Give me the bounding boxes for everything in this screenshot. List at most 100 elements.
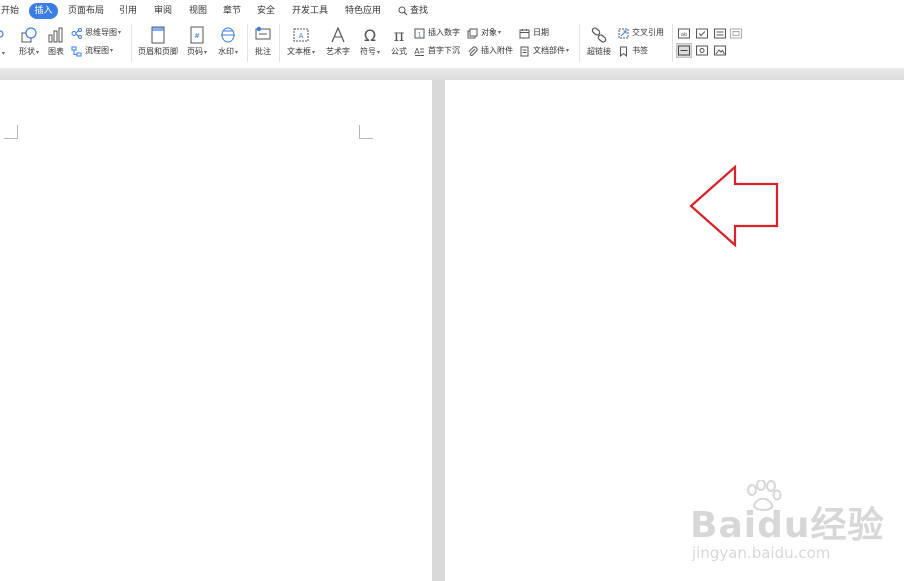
insert-number-label: 插入数字 xyxy=(428,28,460,37)
form-list-icon xyxy=(714,28,726,39)
form-list-button[interactable] xyxy=(714,28,726,39)
ribbon-separator xyxy=(247,24,248,62)
form-design-button[interactable] xyxy=(676,43,692,58)
mindmap-icon xyxy=(71,27,82,39)
tab-security[interactable]: 安全 xyxy=(255,3,277,19)
watermark-button[interactable]: 水印▾ xyxy=(214,22,242,68)
picture-icon xyxy=(0,30,4,38)
document-page-left[interactable] xyxy=(0,80,432,581)
object-label: 对象 xyxy=(481,28,497,37)
symbol-button[interactable]: Ω 符号▾ xyxy=(356,22,384,68)
margin-corner-mark xyxy=(359,125,373,139)
chart-button[interactable]: 图表 xyxy=(45,22,67,68)
cross-reference-icon xyxy=(618,28,629,38)
textbox-label: 文本框 xyxy=(286,47,311,56)
form-textfield-button[interactable]: ab xyxy=(678,28,690,39)
svg-text:ab: ab xyxy=(681,32,687,38)
search-label: 查找 xyxy=(409,6,428,16)
search-icon xyxy=(398,6,408,15)
hyperlink-label: 超链接 xyxy=(587,47,611,56)
tab-home[interactable]: 开始 xyxy=(0,3,20,19)
form-frame-button[interactable] xyxy=(730,28,742,39)
textbox-button[interactable]: A 文本框▾ xyxy=(284,22,318,68)
omega-symbol-icon: Ω xyxy=(364,26,376,44)
svg-text:A: A xyxy=(414,47,420,56)
ribbon-tab-bar: 开始 插入 页面布局 引用 审阅 视图 章节 安全 开发工具 特色应用 查找 xyxy=(0,0,904,22)
tab-page-layout[interactable]: 页面布局 xyxy=(67,3,105,19)
margin-corner-mark xyxy=(4,125,18,139)
object-button[interactable]: 对象 ▾ xyxy=(467,26,501,40)
shapes-icon xyxy=(21,27,37,43)
attachment-button[interactable]: 插入附件 xyxy=(467,44,513,58)
svg-text:π: π xyxy=(394,26,405,44)
shapes-button[interactable]: 形状▾ xyxy=(14,22,44,68)
drop-cap-icon: A xyxy=(414,47,424,56)
doc-parts-icon xyxy=(520,46,529,56)
ribbon-separator xyxy=(279,24,280,62)
watermark-url: jingyan.baidu.com xyxy=(692,544,831,562)
insert-number-button[interactable]: 1 插入数字 xyxy=(414,26,460,40)
drop-cap-button[interactable]: A 首字下沉 xyxy=(414,44,460,58)
form-image-button[interactable] xyxy=(714,45,726,56)
chart-icon xyxy=(48,27,63,43)
watermark-brand: Baidu经验 xyxy=(690,505,885,546)
doc-parts-button[interactable]: 文档部件 ▾ xyxy=(519,44,569,58)
form-image-icon xyxy=(714,45,726,56)
textbox-icon: A xyxy=(293,28,309,42)
comment-label: 批注 xyxy=(255,47,271,56)
drop-cap-label: 首字下沉 xyxy=(428,46,460,55)
calendar-icon xyxy=(519,28,530,38)
form-properties-button[interactable] xyxy=(696,45,708,56)
bookmark-button[interactable]: 书签 xyxy=(618,44,648,58)
form-checkbox-icon xyxy=(696,28,708,39)
insert-ribbon: ▾ 形状▾ 图表 思维导图 ▾ 流程图 ▾ 页眉和页脚 # 页码▾ 水印▾ 批注 A… xyxy=(0,22,904,68)
header-footer-label: 页眉和页脚 xyxy=(138,47,178,56)
wordart-label: 艺术字 xyxy=(326,47,350,56)
picture-button[interactable]: ▾ xyxy=(0,22,10,68)
tab-references[interactable]: 引用 xyxy=(117,3,139,19)
wordart-button[interactable]: 艺术字 xyxy=(322,22,354,68)
flowchart-icon xyxy=(71,46,82,56)
attachment-label: 插入附件 xyxy=(481,46,513,55)
header-footer-icon xyxy=(151,26,165,44)
insert-number-icon: 1 xyxy=(414,28,425,38)
ribbon-separator xyxy=(131,24,132,62)
doc-parts-label: 文档部件 xyxy=(533,46,565,55)
formula-button[interactable]: π 公式 xyxy=(387,22,411,68)
page-number-icon: # xyxy=(190,26,204,44)
comment-button[interactable]: 批注 xyxy=(251,22,275,68)
symbol-label: 符号 xyxy=(359,47,376,56)
pi-formula-icon: π xyxy=(394,26,405,44)
date-button[interactable]: 日期 xyxy=(519,26,549,40)
link-icon xyxy=(591,27,607,43)
form-checkbox-button[interactable] xyxy=(696,28,708,39)
chart-label: 图表 xyxy=(48,47,64,56)
tab-insert[interactable]: 插入 xyxy=(29,3,58,19)
ribbon-separator xyxy=(579,24,580,62)
tab-section[interactable]: 章节 xyxy=(221,3,243,19)
tab-review[interactable]: 审阅 xyxy=(152,3,174,19)
formula-label: 公式 xyxy=(391,47,407,56)
cross-reference-button[interactable]: 交叉引用 xyxy=(618,26,664,40)
tab-view[interactable]: 视图 xyxy=(187,3,209,19)
hyperlink-button[interactable]: 超链接 xyxy=(584,22,614,68)
ribbon-separator xyxy=(672,24,673,62)
svg-text:1: 1 xyxy=(418,31,422,38)
svg-text:A: A xyxy=(299,32,304,40)
object-icon xyxy=(467,28,478,38)
header-footer-button[interactable]: 页眉和页脚 xyxy=(135,22,181,68)
mindmap-label: 思维导图 xyxy=(85,28,117,37)
ribbon-shadow xyxy=(0,68,904,80)
tab-search[interactable]: 查找 xyxy=(396,3,430,19)
flowchart-button[interactable]: 流程图 ▾ xyxy=(71,44,113,58)
paperclip-icon xyxy=(468,46,478,56)
svg-text:Ω: Ω xyxy=(364,26,376,44)
tab-features[interactable]: 特色应用 xyxy=(343,3,383,19)
shapes-label: 形状 xyxy=(18,47,35,56)
watermark-label: 水印 xyxy=(217,47,234,56)
form-frame-icon xyxy=(730,28,742,39)
page-number-button[interactable]: # 页码▾ xyxy=(183,22,211,68)
bookmark-icon xyxy=(620,46,627,57)
tab-developer[interactable]: 开发工具 xyxy=(290,3,330,19)
mindmap-button[interactable]: 思维导图 ▾ xyxy=(71,26,121,40)
